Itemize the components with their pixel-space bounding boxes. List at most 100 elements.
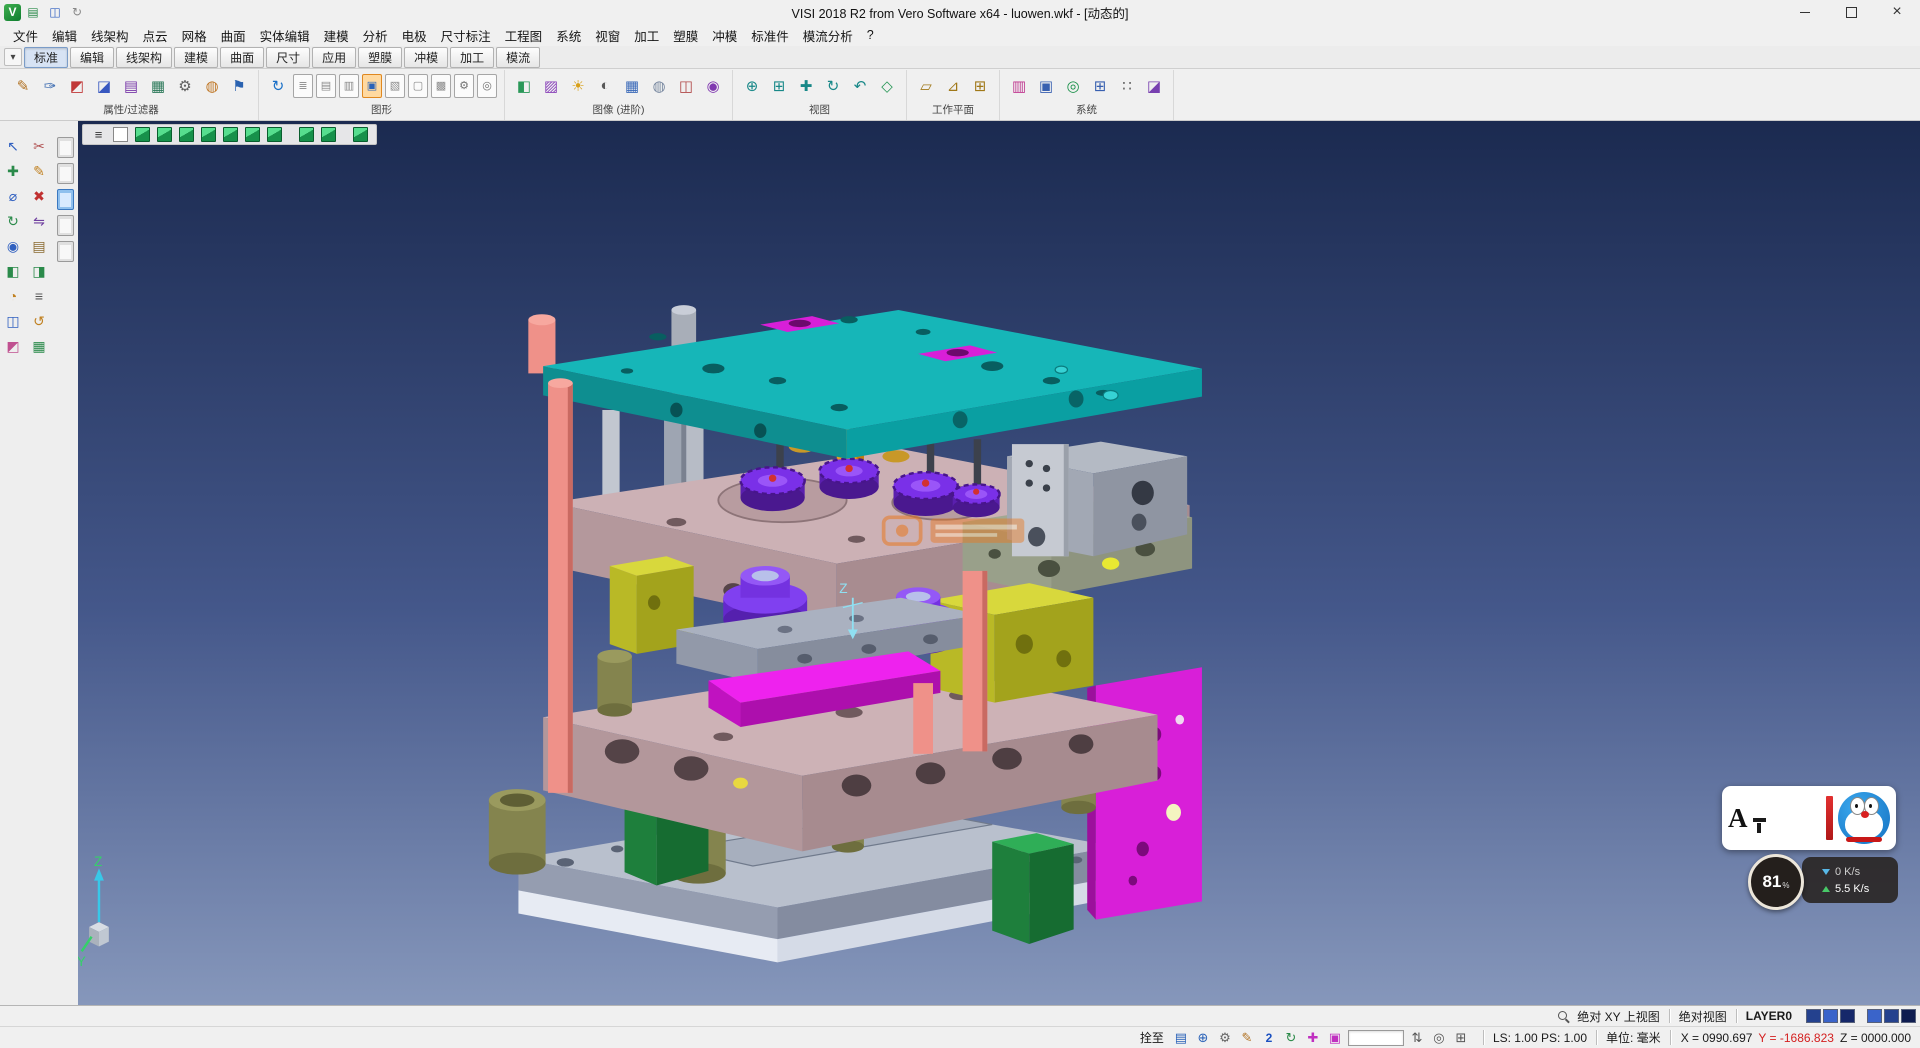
assistant-card[interactable]: A: [1722, 786, 1896, 850]
view-slot-icon[interactable]: [57, 137, 74, 158]
redraw-icon[interactable]: [266, 74, 290, 98]
menu-item[interactable]: 冲模: [705, 24, 744, 47]
hidden-line-board-icon[interactable]: [316, 74, 336, 98]
updown-icon[interactable]: [1408, 1029, 1426, 1047]
display-config-icon[interactable]: [1034, 74, 1058, 98]
absolute-view-button[interactable]: 绝对视图: [1677, 1008, 1729, 1025]
rotate-view-icon[interactable]: [821, 74, 845, 98]
quick-search-field[interactable]: [1348, 1030, 1404, 1046]
compass-icon[interactable]: [2, 285, 24, 307]
render-photo-icon[interactable]: [701, 74, 725, 98]
tab[interactable]: 曲面: [220, 47, 264, 68]
select-arrow-icon[interactable]: [2, 135, 24, 157]
sketch-icon[interactable]: [28, 160, 50, 182]
transparency-icon[interactable]: [647, 74, 671, 98]
progress-circle[interactable]: 81%: [1748, 854, 1804, 910]
save-status-icon[interactable]: [1172, 1029, 1190, 1047]
tab[interactable]: 应用: [312, 47, 356, 68]
translate-icon[interactable]: [2, 160, 24, 182]
snap-point-icon[interactable]: [2, 235, 24, 257]
menu-item[interactable]: 曲面: [214, 24, 253, 47]
entity-filter-icon[interactable]: [146, 74, 170, 98]
surface-box-icon[interactable]: [28, 260, 50, 282]
viewport-new-window-icon[interactable]: [113, 127, 128, 142]
solid-box-icon[interactable]: [2, 260, 24, 282]
rotate-entity-icon[interactable]: [2, 210, 24, 232]
blue-filter-icon[interactable]: [92, 74, 116, 98]
grid-config-icon[interactable]: [1088, 74, 1112, 98]
rendered-board-icon[interactable]: [385, 74, 405, 98]
tab[interactable]: 冲模: [404, 47, 448, 68]
model-steel-block[interactable]: [1007, 442, 1187, 557]
viewport[interactable]: Z Z Y: [78, 121, 1920, 1005]
quick-window-icon[interactable]: [47, 4, 63, 20]
grid-status-icon[interactable]: [1452, 1029, 1470, 1047]
layer-filter-icon[interactable]: [119, 74, 143, 98]
menu-item[interactable]: 视窗: [588, 24, 627, 47]
menu-item[interactable]: 编辑: [45, 24, 84, 47]
close-button[interactable]: [1874, 0, 1920, 24]
model-salmon-post-left[interactable]: [548, 378, 573, 793]
menu-item[interactable]: 线架构: [84, 24, 136, 47]
layers-side-icon[interactable]: [28, 335, 50, 357]
previous-view-icon[interactable]: [848, 74, 872, 98]
workplane-axes-icon[interactable]: [941, 74, 965, 98]
report-icon[interactable]: [2, 310, 24, 332]
wireframe-board-icon[interactable]: [293, 74, 313, 98]
trim-icon[interactable]: [28, 135, 50, 157]
snap-toggle[interactable]: 拴至: [1138, 1029, 1166, 1046]
edit-status-icon[interactable]: [1238, 1029, 1256, 1047]
box-status-icon[interactable]: [1326, 1029, 1344, 1047]
settings-status-icon[interactable]: [1216, 1029, 1234, 1047]
refresh-status-icon[interactable]: [1282, 1029, 1300, 1047]
copy-attributes-icon[interactable]: [38, 74, 62, 98]
filter-flag-icon[interactable]: [227, 74, 251, 98]
menu-item[interactable]: 尺寸标注: [434, 24, 498, 47]
view-cube-iso3-icon[interactable]: [321, 127, 336, 142]
list-icon[interactable]: [28, 285, 50, 307]
active-layer-name[interactable]: LAYER0: [1744, 1009, 1794, 1023]
menu-item[interactable]: ?: [860, 26, 881, 44]
world-icon[interactable]: [1061, 74, 1085, 98]
texture-icon[interactable]: [539, 74, 563, 98]
shaded-mode-icon[interactable]: [362, 74, 382, 98]
quick-save-icon[interactable]: [25, 4, 41, 20]
view-mode-button[interactable]: 绝对 XY 上视图: [1575, 1008, 1661, 1025]
materials-icon[interactable]: [512, 74, 536, 98]
layer-color-swatch[interactable]: [1901, 1009, 1916, 1023]
attribute-settings-icon[interactable]: [173, 74, 197, 98]
view-slot-icon[interactable]: [57, 163, 74, 184]
mirror-icon[interactable]: [28, 210, 50, 232]
minimize-button[interactable]: [1782, 0, 1828, 24]
view-cube-front-icon[interactable]: [157, 127, 172, 142]
menu-item[interactable]: 塑膜: [666, 24, 705, 47]
draft-board-icon[interactable]: [408, 74, 428, 98]
view-cube-left-icon[interactable]: [201, 127, 216, 142]
tab[interactable]: 塑膜: [358, 47, 402, 68]
zoom-window-icon[interactable]: [767, 74, 791, 98]
tab[interactable]: 标准: [24, 47, 68, 68]
ucs-icon[interactable]: [1304, 1029, 1322, 1047]
view-cube-bottom-icon[interactable]: [245, 127, 260, 142]
color-table-icon[interactable]: [1007, 74, 1031, 98]
color-palette-icon[interactable]: [200, 74, 224, 98]
menu-item[interactable]: 电极: [395, 24, 434, 47]
pan-view-icon[interactable]: [794, 74, 818, 98]
menu-item[interactable]: 点云: [136, 24, 175, 47]
workplane-icon[interactable]: [914, 74, 938, 98]
layer-color-swatch[interactable]: [1867, 1009, 1882, 1023]
menu-item[interactable]: 工程图: [498, 24, 550, 47]
network-speed-chip[interactable]: 0 K/s 5.5 K/s: [1802, 857, 1898, 903]
view-slot-icon[interactable]: [57, 241, 74, 262]
model-canvas[interactable]: Z Z Y: [78, 121, 1920, 1005]
snap-count-badge[interactable]: [1260, 1029, 1278, 1047]
zoom-all-icon[interactable]: [740, 74, 764, 98]
delete-icon[interactable]: [28, 185, 50, 207]
tab[interactable]: 尺寸: [266, 47, 310, 68]
notebook-icon[interactable]: [28, 235, 50, 257]
palette-side-icon[interactable]: [2, 335, 24, 357]
viewport-menu-icon[interactable]: [91, 127, 106, 142]
background-icon[interactable]: [620, 74, 644, 98]
lighting-icon[interactable]: [566, 74, 590, 98]
search-icon[interactable]: [1557, 1010, 1570, 1023]
